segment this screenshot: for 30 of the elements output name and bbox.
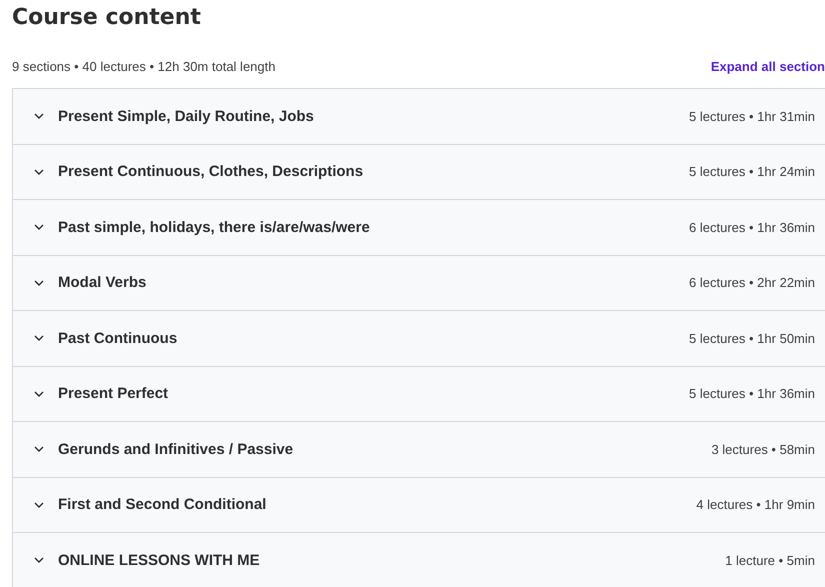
section-meta: 5 lectures • 1hr 50min	[689, 330, 815, 346]
section-title: Present Simple, Daily Routine, Jobs	[58, 108, 315, 125]
section-title: First and Second Conditional	[58, 496, 268, 514]
section-header[interactable]: Past simple, holidays, there is/are/was/were 6 lectures • 1hr 36min	[13, 200, 825, 256]
section-title: Present Continuous, Clothes, Descriptions	[58, 163, 364, 180]
section-meta: 3 lectures • 58min	[711, 442, 815, 457]
expand-all-link[interactable]: Expand all section	[710, 58, 825, 74]
section-title: Past Continuous	[58, 330, 178, 347]
section-header[interactable]: Modal Verbs 6 lectures • 2hr 22min	[13, 256, 825, 311]
section-meta: 5 lectures • 1hr 31min	[689, 108, 815, 124]
section-meta: 1 lecture • 5min	[725, 552, 815, 568]
section-header[interactable]: ONLINE LESSONS WITH ME 1 lecture • 5min	[13, 533, 825, 587]
section-title: ONLINE LESSONS WITH ME	[58, 552, 261, 569]
section-title: Past simple, holidays, there is/are/was/were	[58, 218, 371, 236]
section-header[interactable]: Past Continuous 5 lectures • 1hr 50min	[13, 311, 825, 366]
course-summary: 9 sections • 40 lectures • 12h 30m total length	[12, 58, 276, 74]
section-header[interactable]: Gerunds and Infinitives / Passive 3 lectures • 58min	[13, 422, 825, 478]
section-title: Present Perfect	[58, 385, 170, 402]
section-meta: 6 lectures • 2hr 22min	[689, 275, 815, 290]
section-header[interactable]: Present Continuous, Clothes, Descriptions 5 lectures • 1hr 24min	[13, 144, 825, 200]
section-title: Modal Verbs	[58, 274, 148, 292]
section-title: Gerunds and Infinitives / Passive	[58, 440, 294, 458]
section-meta: 5 lectures • 1hr 36min	[689, 386, 815, 402]
section-header[interactable]: Present Simple, Daily Routine, Jobs 5 lectures • 1hr 31min	[13, 89, 825, 144]
section-meta: 4 lectures • 1hr 9min	[696, 497, 815, 512]
section-meta: 5 lectures • 1hr 24min	[689, 164, 815, 180]
section-header[interactable]: Present Perfect 5 lectures • 1hr 36min	[13, 366, 825, 422]
section-header[interactable]: First and Second Conditional 4 lectures • 1hr 9min	[13, 478, 825, 533]
section-meta: 6 lectures • 1hr 36min	[689, 220, 815, 235]
section-heading: Course content	[12, 4, 202, 32]
